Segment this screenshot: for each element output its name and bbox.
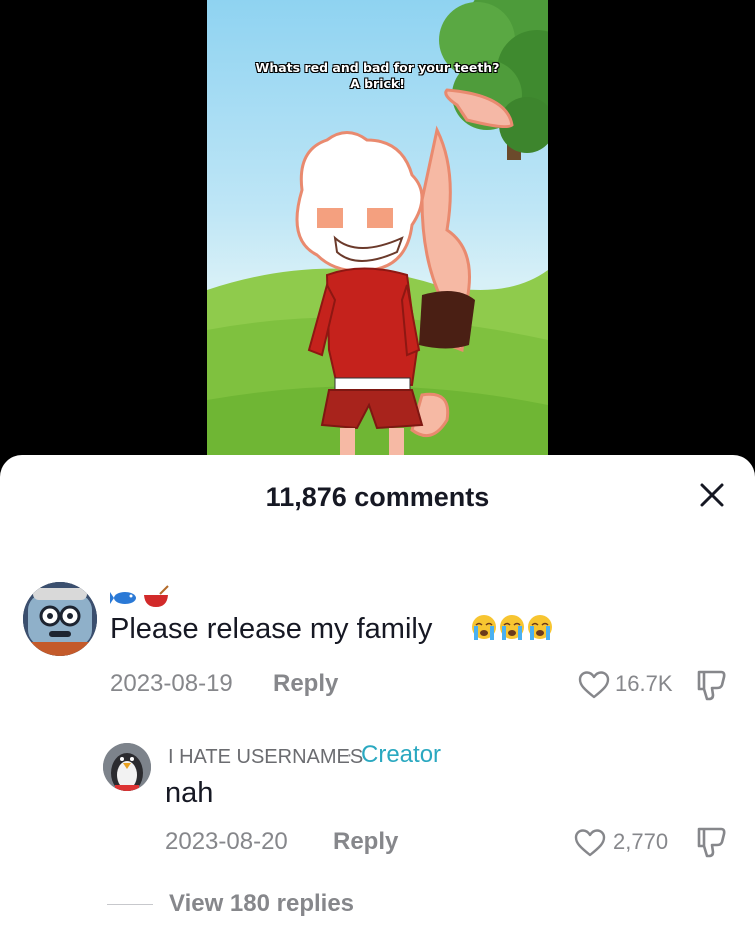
username-separator: ·	[346, 744, 353, 766]
comment-text: Please release my family	[110, 613, 433, 645]
video-caption-line1: Whats red and bad for your teeth?	[255, 60, 500, 75]
close-icon[interactable]	[696, 479, 728, 511]
reply-avatar[interactable]	[103, 743, 151, 791]
like-count: 16.7K	[615, 671, 673, 696]
video-caption-line2: A brick!	[350, 76, 405, 91]
replies-divider	[107, 904, 153, 905]
loudly-crying-face-icon	[472, 615, 552, 640]
dislike-icon[interactable]	[695, 668, 729, 702]
comment-date: 2023-08-19	[110, 670, 233, 697]
comments-count-title: 11,876 comments	[265, 482, 490, 512]
reply-text: nah	[165, 777, 214, 809]
commenter-avatar[interactable]	[23, 582, 97, 656]
dislike-icon[interactable]	[695, 825, 729, 859]
video-player[interactable]: Whats red and bad for your teeth? A bric…	[207, 0, 548, 470]
reply-username[interactable]: I HATE USERNAMES	[168, 746, 363, 769]
reply-date: 2023-08-20	[165, 828, 288, 855]
view-replies-button[interactable]: View 180 replies	[169, 890, 354, 918]
comments-sheet: 11,876 comments Please release my family	[0, 455, 755, 935]
like-count: 2,770	[613, 829, 669, 854]
heart-icon[interactable]	[578, 670, 610, 700]
username-emoji-icons	[110, 585, 169, 607]
reply-button[interactable]: Reply	[333, 828, 398, 856]
reply-button[interactable]: Reply	[273, 670, 338, 698]
heart-icon[interactable]	[574, 828, 606, 858]
creator-badge: Creator	[361, 741, 442, 768]
